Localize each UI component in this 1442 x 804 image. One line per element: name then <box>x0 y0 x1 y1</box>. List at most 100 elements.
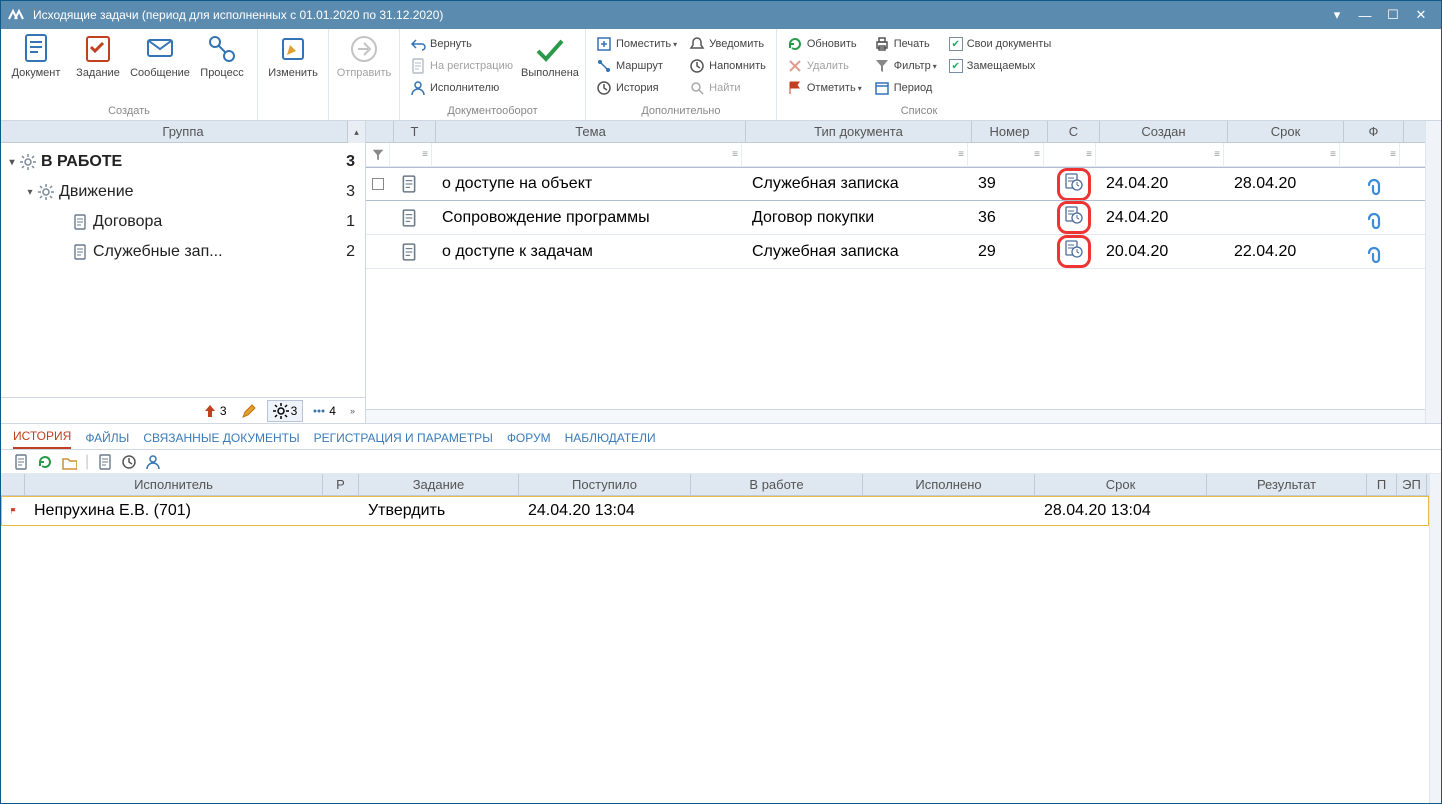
grid-row[interactable]: о доступе к задачамСлужебная записка2920… <box>366 235 1425 269</box>
collapse-panel-icon[interactable]: ▴ <box>347 121 365 143</box>
grid-header-type[interactable]: Т <box>394 121 436 142</box>
grid-header-attach[interactable]: Ф <box>1344 121 1404 142</box>
message-button[interactable]: Сообщение <box>129 31 191 103</box>
grid-footer <box>366 409 1425 423</box>
cell-subject: о доступе на объект <box>436 168 746 200</box>
filter-created[interactable]: ≡ <box>1096 143 1224 166</box>
hcol-p[interactable]: П <box>1367 474 1397 495</box>
toolbar-user-icon[interactable] <box>145 454 161 470</box>
cell-doctype: Служебная записка <box>746 235 972 268</box>
filter-doctype[interactable]: ≡ <box>742 143 968 166</box>
filter-button[interactable]: Фильтр▾ <box>870 55 941 77</box>
done-button[interactable]: Выполнена <box>519 31 581 103</box>
hcol-ep[interactable]: ЭП <box>1397 474 1427 495</box>
hcol-received[interactable]: Поступило <box>519 474 691 495</box>
filter-subject[interactable]: ≡ <box>432 143 742 166</box>
toolbar-doc-icon[interactable] <box>13 454 29 470</box>
cell-subject: Сопровождение программы <box>436 201 746 234</box>
history-button[interactable]: История <box>592 77 681 99</box>
place-icon <box>596 36 612 52</box>
tree-node[interactable]: ▾В РАБОТЕ3 <box>1 147 365 177</box>
tree-header[interactable]: Группа ▴ <box>1 121 365 143</box>
tab-history[interactable]: ИСТОРИЯ <box>13 429 71 449</box>
notify-button[interactable]: Уведомить <box>685 33 770 55</box>
place-button[interactable]: Поместить▾ <box>592 33 681 55</box>
return-button[interactable]: Вернуть <box>406 33 517 55</box>
hcol-icon[interactable] <box>1 474 25 495</box>
refresh-button[interactable]: Обновить <box>783 33 866 55</box>
window-minimize-button[interactable]: — <box>1351 4 1379 26</box>
mydocs-check[interactable]: ✔Свои документы <box>945 33 1056 55</box>
grid-header-created[interactable]: Создан <box>1100 121 1228 142</box>
row-checkbox[interactable] <box>366 201 394 234</box>
filter-type[interactable]: ≡ <box>390 143 432 166</box>
edit-button[interactable]: Изменить <box>262 31 324 103</box>
process-button[interactable]: Процесс <box>191 31 253 103</box>
filter-number[interactable]: ≡ <box>968 143 1044 166</box>
document-button[interactable]: Документ <box>5 31 67 103</box>
tab-forum[interactable]: ФОРУМ <box>507 431 551 449</box>
tab-registration[interactable]: РЕГИСТРАЦИЯ И ПАРАМЕТРЫ <box>314 431 493 449</box>
window-title: Исходящие задачи (период для исполненных… <box>33 8 443 22</box>
tree-footer-upload[interactable]: 3 <box>196 400 233 422</box>
window-dropdown-button[interactable]: ▾ <box>1323 4 1351 26</box>
grid-header-due[interactable]: Срок <box>1228 121 1344 142</box>
ribbon-group-list: Обновить Удалить Отметить▾ Печать Фильтр… <box>777 29 1061 120</box>
remind-button[interactable]: Напомнить <box>685 55 770 77</box>
cell-status <box>1048 201 1100 234</box>
print-button[interactable]: Печать <box>870 33 941 55</box>
to-executor-button[interactable]: Исполнителю <box>406 77 517 99</box>
tree-footer: 3 3 4 » <box>1 397 365 423</box>
toolbar-copy-icon[interactable] <box>97 454 113 470</box>
tree-node[interactable]: ▾Движение3 <box>1 177 365 207</box>
print-icon <box>874 36 890 52</box>
grid-header-subject[interactable]: Тема <box>436 121 746 142</box>
row-checkbox[interactable] <box>366 168 394 200</box>
route-button[interactable]: Маршрут <box>592 55 681 77</box>
hcol-inwork[interactable]: В работе <box>691 474 863 495</box>
filter-status[interactable]: ≡ <box>1044 143 1096 166</box>
grid-header-number[interactable]: Номер <box>972 121 1048 142</box>
vertical-scrollbar[interactable] <box>1429 474 1441 803</box>
tab-linked-docs[interactable]: СВЯЗАННЫЕ ДОКУМЕНТЫ <box>143 431 299 449</box>
grid-header-checkbox[interactable] <box>366 121 394 142</box>
tree-twisty-icon[interactable]: ▾ <box>23 187 37 198</box>
tree-footer-more[interactable]: » <box>344 400 361 422</box>
tree-node[interactable]: Договора1 <box>1 207 365 237</box>
history-row[interactable]: Непрухина Е.В. (701) Утвердить 24.04.20 … <box>1 496 1429 526</box>
grid-row[interactable]: Сопровождение программыДоговор покупки36… <box>366 201 1425 235</box>
hcol-r[interactable]: Р <box>323 474 359 495</box>
tab-files[interactable]: ФАЙЛЫ <box>85 431 129 449</box>
toolbar-refresh-icon[interactable] <box>37 454 53 470</box>
subs-check[interactable]: ✔Замещаемых <box>945 55 1056 77</box>
grid-header-status[interactable]: С <box>1048 121 1100 142</box>
cell-attach <box>1344 201 1404 234</box>
task-button[interactable]: Задание <box>67 31 129 103</box>
tree-node[interactable]: Служебные зап...2 <box>1 237 365 267</box>
filter-due[interactable]: ≡ <box>1224 143 1340 166</box>
row-checkbox[interactable] <box>366 235 394 268</box>
checkbox-icon: ✔ <box>949 59 963 73</box>
hcol-done[interactable]: Исполнено <box>863 474 1035 495</box>
hcol-result[interactable]: Результат <box>1207 474 1367 495</box>
hcol-due[interactable]: Срок <box>1035 474 1207 495</box>
window-close-button[interactable]: ✕ <box>1407 4 1435 26</box>
hcol-task[interactable]: Задание <box>359 474 519 495</box>
toolbar-clock-icon[interactable] <box>121 454 137 470</box>
vertical-scrollbar[interactable] <box>1425 121 1441 423</box>
window-maximize-button[interactable]: ☐ <box>1379 4 1407 26</box>
mark-button[interactable]: Отметить▾ <box>783 77 866 99</box>
period-button[interactable]: Период <box>870 77 941 99</box>
filter-attach[interactable]: ≡ <box>1340 143 1400 166</box>
tree-footer-share[interactable]: 4 <box>305 400 342 422</box>
tree-node-label: В РАБОТЕ <box>41 153 335 171</box>
tree-twisty-icon[interactable]: ▾ <box>5 157 19 168</box>
toolbar-folder-icon[interactable] <box>61 454 77 470</box>
grid-row[interactable]: о доступе на объектСлужебная записка3924… <box>366 167 1425 201</box>
grid-header-doctype[interactable]: Тип документа <box>746 121 972 142</box>
filter-icon[interactable] <box>366 143 390 166</box>
tree-footer-edit[interactable] <box>235 400 265 422</box>
hcol-executor[interactable]: Исполнитель <box>25 474 323 495</box>
tab-watchers[interactable]: НАБЛЮДАТЕЛИ <box>565 431 656 449</box>
tree-footer-gears[interactable]: 3 <box>267 400 304 422</box>
